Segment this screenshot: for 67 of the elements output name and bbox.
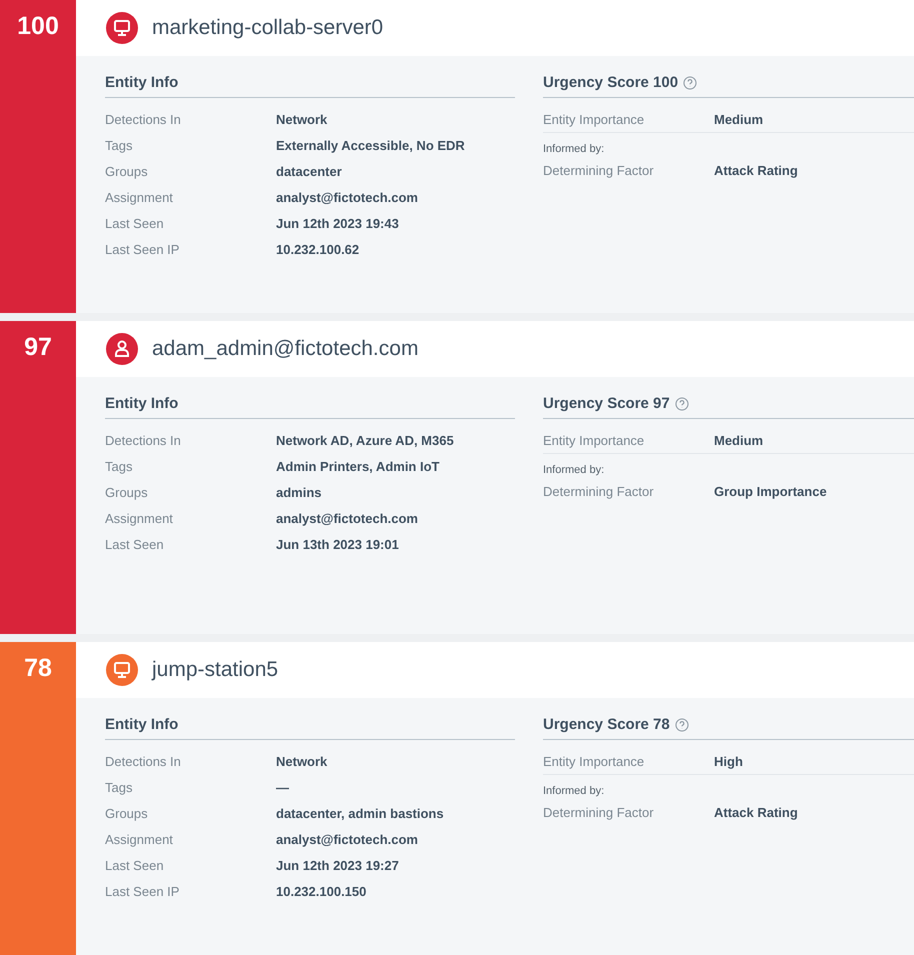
field-value: Admin Printers, Admin IoT (276, 458, 440, 474)
field-label: Groups (105, 806, 149, 820)
section-title: Entity Info (105, 395, 515, 419)
field-label: Tags (105, 780, 134, 794)
field-value: Network (276, 112, 328, 126)
field-value: 10.232.100.62 (276, 242, 360, 256)
field-label: Last Seen (105, 858, 165, 872)
field-label: Last Seen IP (105, 242, 180, 256)
entity-name[interactable]: adam_admin@fictotech.com (152, 337, 418, 361)
section-title: Entity Info (105, 716, 515, 740)
field-value: High (714, 754, 743, 768)
field-value: analyst@fictotech.com (276, 190, 418, 204)
informed-by-label: Informed by: (543, 784, 606, 799)
field-value: analyst@fictotech.com (276, 510, 418, 526)
field-value: Network (276, 754, 328, 768)
field-label: Assignment (105, 832, 174, 846)
field-label: Detections In (105, 432, 182, 448)
score-number: 97 (24, 333, 52, 362)
field-label: Determining Factor (543, 162, 655, 178)
field-label: Determining Factor (543, 804, 655, 820)
field-value: datacenter (276, 164, 342, 178)
section-title: Entity Info (105, 74, 515, 98)
field-value: Externally Accessible, No EDR (276, 138, 465, 152)
field-label: Entity Importance (543, 754, 646, 768)
help-icon[interactable] (674, 718, 689, 732)
score-number: 78 (24, 654, 52, 683)
entity-name[interactable]: jump-station5 (152, 658, 278, 682)
section-title: Urgency Score 97 (543, 395, 670, 412)
field-value: analyst@fictotech.com (276, 832, 418, 846)
field-value: — (276, 780, 289, 794)
field-value: Network AD, Azure AD, M365 (276, 432, 454, 448)
field-label: Groups (105, 484, 149, 500)
field-label: Entity Importance (543, 432, 646, 448)
section-title: Urgency Score 78 (543, 716, 670, 733)
section-title: Urgency Score 100 (543, 74, 678, 91)
field-label: Last Seen IP (105, 884, 180, 898)
field-value: Jun 12th 2023 19:27 (276, 858, 399, 872)
field-label: Tags (105, 458, 134, 474)
informed-by-label: Informed by: (543, 142, 606, 157)
field-value: datacenter, admin bastions (276, 806, 444, 820)
field-value: Medium (714, 432, 764, 448)
field-value: 10.232.100.150 (276, 884, 366, 898)
field-label: Last Seen (105, 536, 165, 552)
monitor-icon (106, 654, 138, 686)
field-label: Assignment (105, 190, 174, 204)
field-value: Jun 12th 2023 19:43 (276, 216, 399, 230)
field-value: Medium (714, 112, 764, 126)
field-label: Last Seen (105, 216, 165, 230)
field-label: Detections In (105, 754, 182, 768)
field-value: Jun 13th 2023 19:01 (276, 536, 399, 552)
field-label: Groups (105, 164, 149, 178)
field-value: Group Importance (714, 484, 827, 498)
field-label: Entity Importance (543, 112, 646, 126)
field-label: Determining Factor (543, 484, 655, 498)
field-label: Tags (105, 138, 134, 152)
monitor-icon (106, 12, 138, 44)
field-value: Attack Rating (714, 162, 798, 178)
field-label: Assignment (105, 510, 174, 526)
score-number: 100 (17, 12, 59, 41)
help-icon[interactable] (674, 396, 689, 410)
person-icon (106, 333, 138, 365)
field-label: Detections In (105, 112, 182, 126)
field-value: Attack Rating (714, 804, 798, 820)
informed-by-label: Informed by: (543, 463, 606, 478)
field-value: admins (276, 484, 322, 500)
entity-name[interactable]: marketing-collab-server0 (152, 16, 384, 40)
help-icon[interactable] (683, 76, 698, 90)
